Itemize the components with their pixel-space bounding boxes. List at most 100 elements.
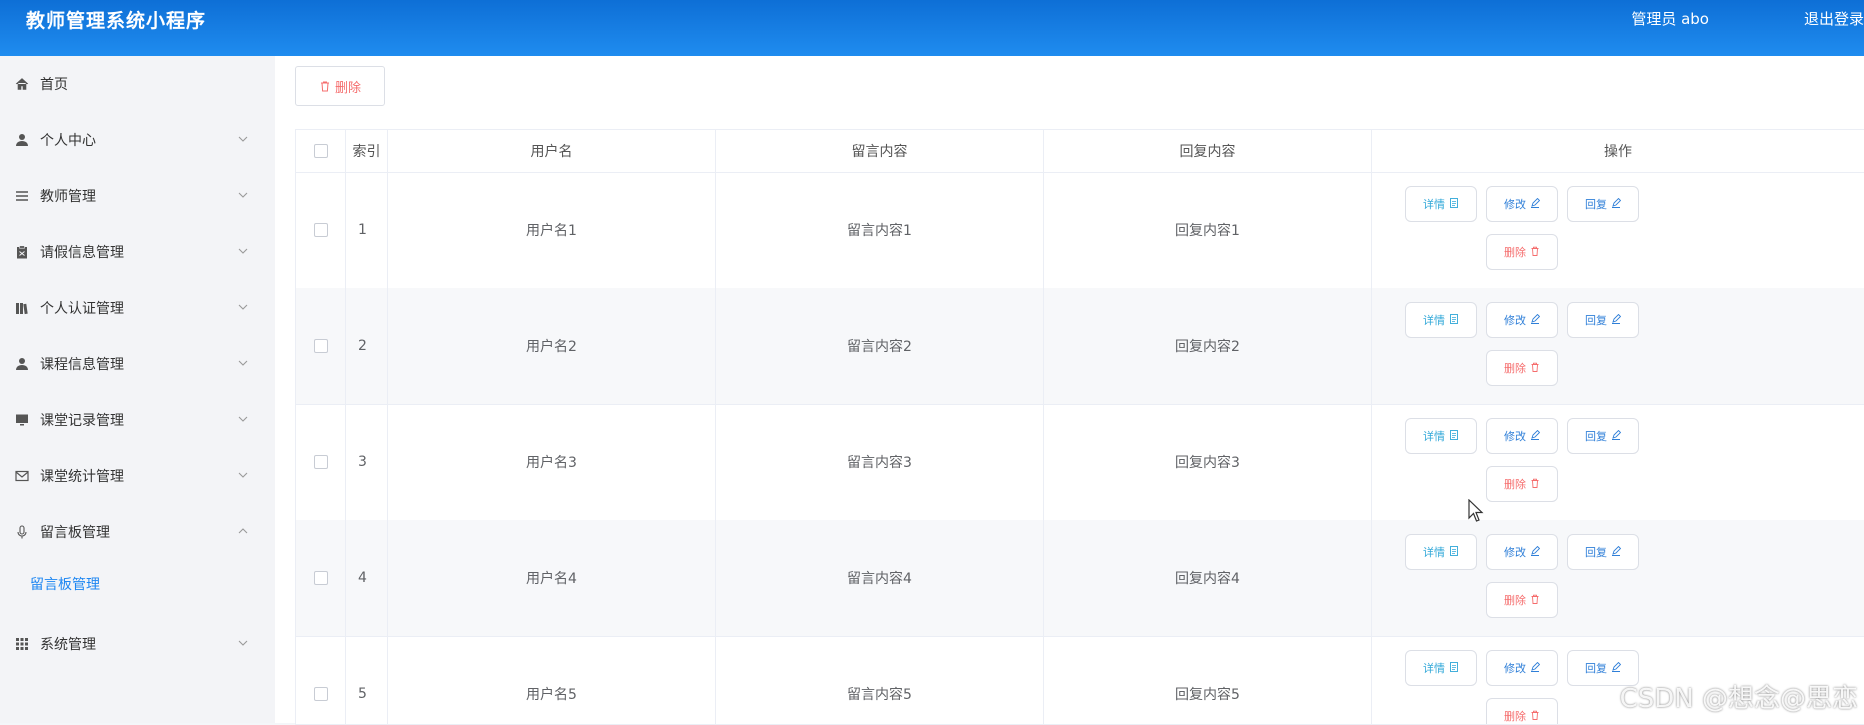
delete-label: 删除 [1504,246,1526,259]
sidebar-item-label: 留言板管理 [40,525,110,541]
trash-icon [320,81,329,92]
row-index: 1 [346,172,388,288]
chevron-down-icon [236,188,250,202]
user-icon [14,356,30,372]
reply-button[interactable]: 回复 [1567,418,1639,454]
row-select-cell [296,288,346,404]
row-index: 3 [346,404,388,520]
detail-button[interactable]: 详情 [1405,534,1477,570]
pencil-icon [1607,197,1621,211]
row-actions: 详情 修改 回复删除 [1372,520,1864,636]
sidebar-item-label: 首页 [40,77,68,93]
sidebar-item[interactable]: 系统管理 [0,624,275,664]
top-header: 教师管理系统小程序 管理员 abo 退出登录 [0,0,1864,56]
row-select-cell [296,636,346,724]
row-index: 2 [346,288,388,404]
sidebar-item-label: 个人中心 [40,133,96,149]
reply-label: 回复 [1585,314,1607,327]
delete-button[interactable]: 删除 [1486,698,1558,724]
chevron-down-icon [236,244,250,258]
select-all-checkbox[interactable] [313,144,328,158]
row-checkbox[interactable] [313,223,328,237]
pencil-icon [1526,429,1540,443]
trash-icon [1526,246,1540,259]
row-checkbox[interactable] [313,339,328,353]
reply-label: 回复 [1585,430,1607,443]
row-actions: 详情 修改 回复删除 [1372,172,1864,288]
pencil-icon [1607,313,1621,327]
row-message: 留言内容1 [716,172,1044,288]
row-checkbox[interactable] [313,455,328,469]
sidebar-item-label: 课堂统计管理 [40,469,124,485]
reply-label: 回复 [1585,546,1607,559]
detail-button[interactable]: 详情 [1405,186,1477,222]
delete-button[interactable]: 删除 [1486,350,1558,386]
sidebar-item[interactable]: 课堂统计管理 [0,456,275,496]
detail-button[interactable]: 详情 [1405,418,1477,454]
row-username: 用户名2 [388,288,716,404]
messages-table: 索引 用户名 留言内容 回复内容 操作 1 用户名1 留言内容1 回复内容1 详情 修改回… [295,129,1864,725]
sidebar-item-label: 教师管理 [40,189,96,205]
edit-label: 修改 [1504,662,1526,675]
table-header: 索引 用户名 留言内容 回复内容 操作 [296,130,1864,173]
sidebar-subitem-label: 留言板管理 [30,577,100,593]
pencil-icon [1526,313,1540,327]
sidebar-item[interactable]: 请假信息管理 [0,232,275,272]
reply-label: 回复 [1585,198,1607,211]
sidebar-item[interactable]: 留言板管理 [0,512,275,552]
row-checkbox[interactable] [313,687,328,701]
row-message: 留言内容4 [716,520,1044,636]
delete-label: 删除 [1504,478,1526,491]
header-username: 用户名 [388,130,716,172]
sidebar-item[interactable]: 课堂记录管理 [0,400,275,440]
current-user: 管理员 abo [1631,10,1709,28]
sidebar-item-label: 系统管理 [40,637,96,653]
edit-button[interactable]: 修改 [1486,534,1558,570]
sidebar-subitem-message-board[interactable]: 留言板管理 [0,564,275,604]
header-select-all[interactable] [296,130,346,172]
row-message: 留言内容2 [716,288,1044,404]
edit-label: 修改 [1504,198,1526,211]
row-select-cell [296,172,346,288]
trash-icon [1526,594,1540,607]
edit-button[interactable]: 修改 [1486,186,1558,222]
document-icon [1445,197,1459,211]
row-username: 用户名4 [388,520,716,636]
chevron-down-icon [236,356,250,370]
row-checkbox[interactable] [313,571,328,585]
sidebar-item[interactable]: 个人认证管理 [0,288,275,328]
app-title: 教师管理系统小程序 [26,10,207,32]
batch-delete-button[interactable]: 删除 [295,66,385,106]
document-icon [1445,313,1459,327]
sidebar-item-label: 个人认证管理 [40,301,124,317]
edit-button[interactable]: 修改 [1486,418,1558,454]
detail-button[interactable]: 详情 [1405,650,1477,686]
table-row: 3 用户名3 留言内容3 回复内容3 详情 修改 回复 删除 [296,404,1864,521]
detail-button[interactable]: 详情 [1405,302,1477,338]
reply-button[interactable]: 回复 [1567,186,1639,222]
sidebar-item[interactable]: 个人中心 [0,120,275,160]
reply-button[interactable]: 回复 [1567,302,1639,338]
row-reply: 回复内容3 [1044,404,1372,520]
edit-label: 修改 [1504,546,1526,559]
monitor-icon [14,412,30,428]
clipboard-icon [14,244,30,260]
sidebar: 首页个人中心教师管理请假信息管理个人认证管理课程信息管理 课堂记录管理课堂统计管理… [0,56,275,723]
logout-link[interactable]: 退出登录 [1804,8,1864,29]
sidebar-item[interactable]: 首页 [0,64,275,104]
reply-button[interactable]: 回复 [1567,650,1639,686]
trash-icon [1526,710,1540,723]
delete-button[interactable]: 删除 [1486,582,1558,618]
sidebar-item[interactable]: 课程信息管理 [0,344,275,384]
delete-button[interactable]: 删除 [1486,234,1558,270]
table-row: 4 用户名4 留言内容4 回复内容4 详情 修改 回复 删除 [296,520,1864,637]
edit-button[interactable]: 修改 [1486,302,1558,338]
delete-button[interactable]: 删除 [1486,466,1558,502]
sidebar-item[interactable]: 教师管理 [0,176,275,216]
row-username: 用户名1 [388,172,716,288]
detail-label: 详情 [1423,546,1445,559]
reply-button[interactable]: 回复 [1567,534,1639,570]
row-reply: 回复内容5 [1044,636,1372,724]
detail-label: 详情 [1423,430,1445,443]
edit-button[interactable]: 修改 [1486,650,1558,686]
